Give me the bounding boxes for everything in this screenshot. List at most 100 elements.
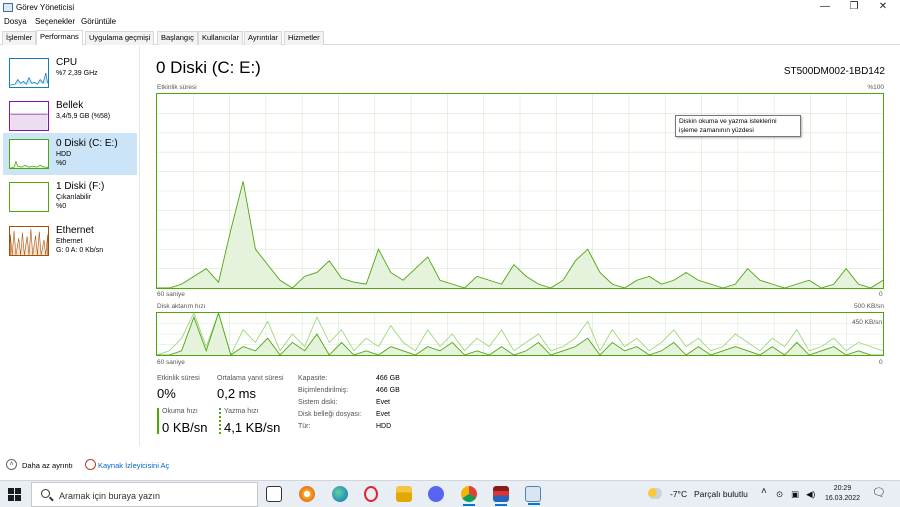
- menu-view[interactable]: Görüntüle: [81, 17, 116, 26]
- search-placeholder: Aramak için buraya yazın: [59, 491, 161, 501]
- response-time-value: 0,2 ms: [217, 386, 257, 401]
- disk-title: 0 Diski (C: E:): [156, 58, 261, 77]
- formatted-label: Biçimlendirilmiş:: [298, 387, 349, 394]
- close-button[interactable]: ✕: [868, 0, 898, 15]
- windows-start-icon[interactable]: [8, 488, 21, 501]
- task-manager-icon: [3, 3, 13, 12]
- write-speed-value: 4,1 KB/sn: [224, 420, 281, 435]
- tab-startup[interactable]: Başlangıç: [157, 31, 198, 45]
- tab-services[interactable]: Hizmetler: [284, 31, 324, 45]
- capacity-value: 466 GB: [376, 375, 400, 382]
- weather-icon[interactable]: [648, 488, 662, 499]
- task-manager-taskbar-icon[interactable]: [525, 486, 541, 505]
- sidebar-item-label: 1 Diski (F:): [56, 181, 105, 192]
- resource-monitor-icon[interactable]: [85, 459, 96, 470]
- tab-processes[interactable]: İşlemler: [2, 31, 37, 45]
- system-clock[interactable]: 20:29 16.03.2022: [825, 484, 860, 504]
- capacity-label: Kapasite:: [298, 375, 328, 382]
- formatted-value: 466 GB: [376, 387, 400, 394]
- window-title: Görev Yöneticisi: [16, 3, 75, 12]
- camera-icon[interactable]: ⊙: [776, 489, 783, 500]
- page-file-label: Disk belleği dosyası:: [298, 411, 362, 418]
- sidebar-item-memory[interactable]: Bellek 3,4/5,9 GB (%58): [3, 95, 137, 137]
- disk1-thumbnail-graph: [9, 182, 49, 212]
- tab-strip: İşlemler Performans Uygulama geçmişi Baş…: [0, 30, 900, 45]
- file-explorer-icon[interactable]: [396, 486, 412, 502]
- minimize-button[interactable]: —: [810, 0, 840, 15]
- type-value: HDD: [376, 423, 392, 430]
- sidebar-item-detail: %7 2,39 GHz: [56, 70, 98, 77]
- sidebar-item-cpu[interactable]: CPU %7 2,39 GHz: [3, 52, 137, 94]
- active-time-value: 0%: [157, 386, 176, 401]
- volume-icon[interactable]: ◀): [806, 489, 815, 500]
- write-rate-marker: [219, 408, 221, 434]
- weather-description[interactable]: Parçalı bulutlu: [694, 489, 748, 499]
- activity-graph-time-right: 0: [879, 291, 883, 298]
- sidebar-item-detail: Çıkarılabilir: [56, 194, 92, 201]
- network-icon[interactable]: ▣: [791, 489, 799, 500]
- fewer-details-link[interactable]: Daha az ayrıntı: [22, 461, 73, 470]
- activity-graph-max: %100: [867, 84, 884, 91]
- show-hidden-icons-chevron-icon[interactable]: ˄: [761, 486, 767, 497]
- sidebar-item-detail: HDD: [56, 151, 72, 158]
- edge-icon[interactable]: [332, 486, 348, 502]
- title-bar: Görev Yöneticisi — ❐ ✕: [0, 0, 900, 15]
- system-disk-value: Evet: [376, 399, 391, 406]
- read-speed-value: 0 KB/sn: [162, 420, 208, 435]
- memory-thumbnail-graph: [9, 101, 49, 131]
- system-disk-label: Sistem diski:: [298, 399, 338, 406]
- maximize-button[interactable]: ❐: [839, 0, 869, 15]
- task-view-icon[interactable]: [266, 486, 282, 502]
- read-rate-marker: [157, 408, 159, 434]
- transfer-rate-graph: [156, 312, 884, 356]
- clock-time: 20:29: [833, 485, 852, 492]
- sidebar-item-label: Ethernet: [56, 225, 94, 236]
- menu-bar: Dosya Seçenekler Görüntüle: [0, 15, 900, 29]
- cpu-thumbnail-graph: [9, 58, 49, 88]
- winrar-icon[interactable]: [493, 486, 509, 506]
- sidebar-item-disk1[interactable]: 1 Diski (F:) Çıkarılabilir %0: [3, 176, 137, 218]
- sidebar-item-label: Bellek: [56, 100, 84, 111]
- sidebar-item-disk0[interactable]: 0 Diski (C: E:) HDD %0: [3, 133, 137, 175]
- sidebar-item-label: 0 Diski (C: E:): [56, 138, 118, 149]
- disk0-thumbnail-graph: [9, 139, 49, 169]
- taskbar-search-box[interactable]: Aramak için buraya yazın: [31, 482, 258, 507]
- opera-icon[interactable]: [364, 486, 378, 502]
- notification-center-icon[interactable]: 🗨: [872, 486, 886, 499]
- active-time-label: Etkinlik süresi: [157, 375, 200, 382]
- activity-tooltip: Diskin okuma ve yazma isteklerini işleme…: [675, 115, 801, 137]
- transfer-graph-mid: 450 KB/sn: [852, 319, 882, 326]
- menu-options[interactable]: Seçenekler: [35, 17, 75, 26]
- menu-file[interactable]: Dosya: [4, 17, 27, 26]
- chrome-icon[interactable]: [461, 486, 477, 506]
- sidebar-item-detail: 3,4/5,9 GB (%58): [56, 113, 111, 120]
- weather-temperature[interactable]: -7°C: [670, 489, 687, 499]
- sidebar-item-label: CPU: [56, 57, 78, 68]
- chevron-up-icon[interactable]: ˄: [6, 459, 17, 470]
- sidebar-item-ethernet[interactable]: Ethernet Ethernet G: 0 A: 0 Kb/sn: [3, 220, 137, 262]
- tab-performance[interactable]: Performans: [36, 30, 83, 45]
- tab-app-history[interactable]: Uygulama geçmişi: [85, 31, 155, 45]
- page-file-value: Evet: [376, 411, 391, 418]
- footer-bar: ˄ Daha az ayrıntı Kaynak İzleyicisini Aç: [0, 456, 900, 476]
- resource-monitor-link[interactable]: Kaynak İzleyicisini Aç: [98, 461, 169, 470]
- sidebar-item-usage: %0: [56, 160, 67, 167]
- read-speed-label: Okuma hızı: [162, 408, 198, 415]
- response-time-label: Ortalama yanıt süresi: [217, 375, 284, 382]
- transfer-graph-time-left: 60 saniye: [157, 359, 185, 366]
- browser-icon[interactable]: [299, 486, 315, 502]
- search-icon: [41, 489, 50, 498]
- discord-icon[interactable]: [428, 486, 444, 502]
- clock-date: 16.03.2022: [824, 495, 860, 502]
- disk-model: ST500DM002-1BD142: [783, 66, 885, 77]
- activity-graph-label: Etkinlik süresi: [157, 84, 197, 91]
- sidebar-item-usage: %0: [56, 203, 67, 210]
- transfer-graph-max: 500 KB/sn: [854, 303, 884, 310]
- tab-details[interactable]: Ayrıntılar: [244, 31, 282, 45]
- activity-graph-time-left: 60 saniye: [157, 291, 185, 298]
- performance-sidebar: CPU %7 2,39 GHz Bellek 3,4/5,9 GB (%58) …: [0, 46, 140, 446]
- tab-users[interactable]: Kullanıcılar: [198, 31, 244, 45]
- ethernet-thumbnail-graph: [9, 226, 49, 256]
- taskbar: Aramak için buraya yazın -7°C Parçalı bu…: [0, 480, 900, 507]
- transfer-graph-label: Disk aktarım hızı: [157, 303, 206, 310]
